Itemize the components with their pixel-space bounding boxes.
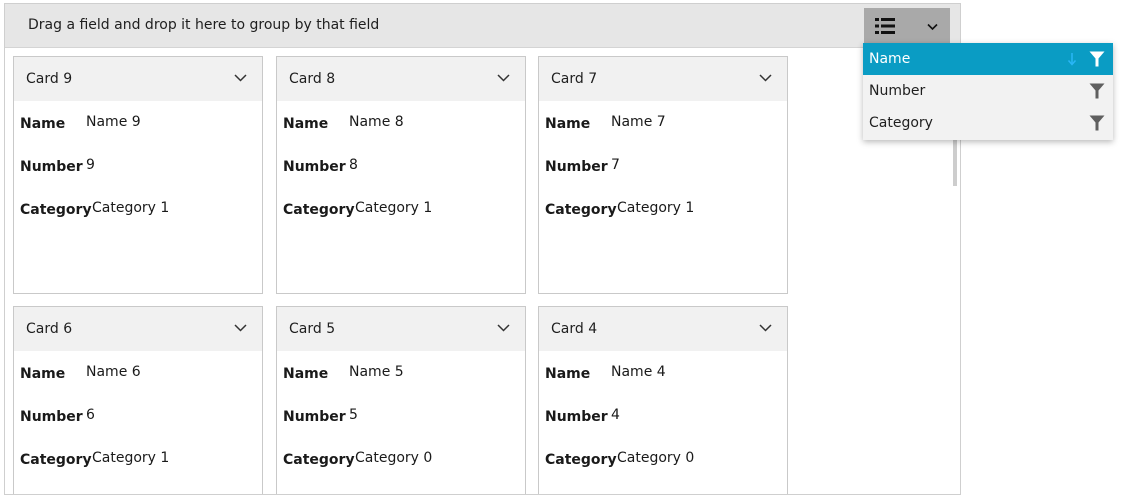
card: Card 6 Name Name 6 Number 6 Category Cat…: [13, 306, 263, 494]
field-value-number: 7: [611, 157, 620, 173]
chevron-down-icon[interactable]: [234, 74, 247, 82]
field-label-name: Name: [545, 366, 591, 382]
card-title: Card 8: [289, 71, 336, 87]
field-label-number: Number: [20, 159, 83, 175]
chevron-down-icon[interactable]: [759, 74, 772, 82]
field-value-category: Category 1: [92, 450, 170, 466]
field-label-category: Category: [283, 452, 355, 468]
field-label-number: Number: [20, 409, 83, 425]
chevron-down-icon: [927, 23, 938, 31]
chevron-down-icon[interactable]: [234, 324, 247, 332]
chevron-down-icon[interactable]: [497, 324, 510, 332]
field-label-category: Category: [20, 452, 92, 468]
card-header[interactable]: Card 9: [14, 57, 262, 101]
field-value-number: 8: [349, 157, 358, 173]
field-value-number: 4: [611, 407, 620, 423]
card-title: Card 9: [26, 71, 73, 87]
field-label-name: Name: [20, 366, 66, 382]
field-value-category: Category 0: [617, 450, 695, 466]
card-header[interactable]: Card 7: [539, 57, 787, 101]
field-value-name: Name 5: [349, 364, 404, 380]
field-label-number: Number: [545, 159, 608, 175]
field-label-name: Name: [545, 116, 591, 132]
vertical-scrollbar-thumb[interactable]: [953, 136, 957, 186]
field-label-name: Name: [20, 116, 66, 132]
field-label-number: Number: [283, 159, 346, 175]
filter-icon[interactable]: [1089, 51, 1105, 67]
card-header[interactable]: Card 4: [539, 307, 787, 351]
field-value-category: Category 1: [92, 200, 170, 216]
chevron-down-icon[interactable]: [759, 324, 772, 332]
field-value-name: Name 7: [611, 114, 666, 130]
sort-descending-icon[interactable]: [1067, 52, 1077, 66]
card-header[interactable]: Card 8: [277, 57, 525, 101]
field-label-number: Number: [283, 409, 346, 425]
card-title: Card 6: [26, 321, 73, 337]
card-view-control: Drag a field and drop it here to group b…: [4, 3, 961, 495]
field-value-category: Category 1: [617, 200, 695, 216]
field-value-name: Name 4: [611, 364, 666, 380]
field-item-number[interactable]: Number: [863, 75, 1113, 107]
field-item-name[interactable]: Name: [863, 43, 1113, 75]
field-value-number: 9: [86, 157, 95, 173]
field-label-category: Category: [545, 452, 617, 468]
field-item-label: Category: [869, 115, 933, 131]
card-title: Card 4: [551, 321, 598, 337]
field-label-category: Category: [545, 202, 617, 218]
group-by-panel[interactable]: Drag a field and drop it here to group b…: [5, 4, 960, 48]
field-value-number: 6: [86, 407, 95, 423]
card: Card 9 Name Name 9 Number 9 Category Cat…: [13, 56, 263, 294]
card-title: Card 5: [289, 321, 336, 337]
card: Card 4 Name Name 4 Number 4 Category Cat…: [538, 306, 788, 494]
card: Card 7 Name Name 7 Number 7 Category Cat…: [538, 56, 788, 294]
field-value-category: Category 0: [355, 450, 433, 466]
field-label-category: Category: [283, 202, 355, 218]
field-item-label: Name: [869, 51, 911, 67]
field-chooser-dropdown: Name Number Category: [863, 43, 1113, 140]
card-title: Card 7: [551, 71, 598, 87]
filter-icon[interactable]: [1089, 83, 1105, 99]
field-item-label: Number: [869, 83, 926, 99]
field-value-number: 5: [349, 407, 358, 423]
field-value-name: Name 9: [86, 114, 141, 130]
field-item-category[interactable]: Category: [863, 107, 1113, 139]
group-by-hint: Drag a field and drop it here to group b…: [28, 17, 380, 33]
filter-icon[interactable]: [1089, 115, 1105, 131]
chevron-down-icon[interactable]: [497, 74, 510, 82]
field-value-name: Name 6: [86, 364, 141, 380]
field-label-category: Category: [20, 202, 92, 218]
field-label-name: Name: [283, 116, 329, 132]
card: Card 8 Name Name 8 Number 8 Category Cat…: [276, 56, 526, 294]
field-label-name: Name: [283, 366, 329, 382]
card-header[interactable]: Card 5: [277, 307, 525, 351]
field-label-number: Number: [545, 409, 608, 425]
field-chooser-button[interactable]: [864, 8, 950, 45]
field-value-name: Name 8: [349, 114, 404, 130]
field-value-category: Category 1: [355, 200, 433, 216]
list-icon: [875, 18, 895, 34]
card: Card 5 Name Name 5 Number 5 Category Cat…: [276, 306, 526, 494]
card-header[interactable]: Card 6: [14, 307, 262, 351]
